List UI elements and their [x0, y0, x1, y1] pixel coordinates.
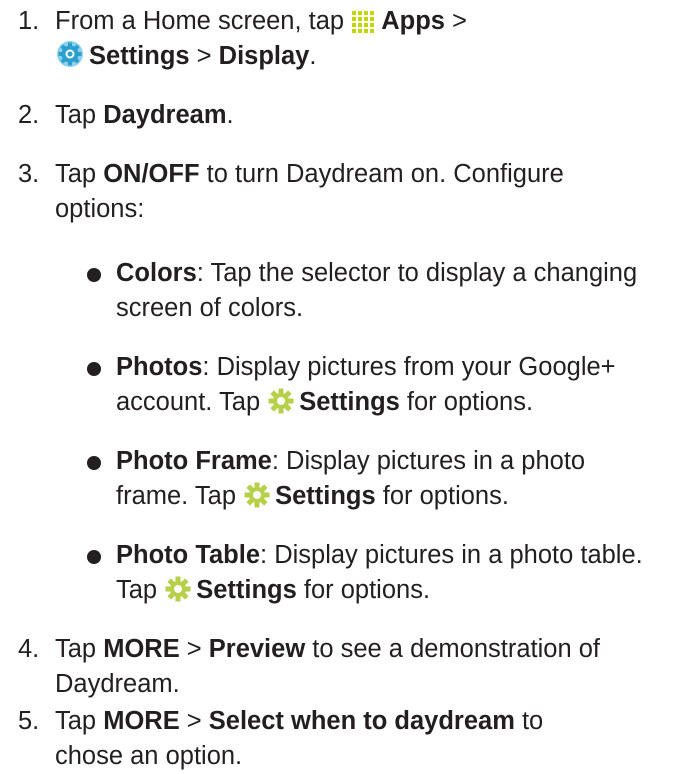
option-colors: Colors: Tap the selector to display a ch… [116, 259, 638, 322]
bullet [87, 550, 101, 564]
step-number: 2. [18, 101, 40, 129]
settings-label: Settings [196, 576, 297, 604]
bullet [87, 456, 101, 470]
settings-label: Settings [89, 42, 190, 70]
option-term: Photo Table [116, 541, 261, 569]
on-off-label: ON/OFF [103, 160, 200, 188]
settings-label: Settings [299, 388, 400, 416]
step-2: Tap Daydream. [55, 101, 234, 129]
instruction-page: 1. From a Home screen, tap Apps > Settin… [0, 0, 698, 770]
more-label: MORE [103, 635, 180, 663]
bullet [87, 362, 101, 376]
option-term: Photo Frame [116, 447, 272, 475]
option-photo-table: Photo Table: Display pictures in a photo… [116, 541, 643, 604]
gear-icon [244, 482, 270, 508]
step-3: Tap ON/OFF to turn Daydream on. Configur… [55, 160, 564, 223]
step-number: 5. [18, 707, 40, 735]
preview-label: Preview [208, 635, 306, 663]
option-photos: Photos: Display pictures from your Googl… [116, 353, 616, 416]
option-photo-frame: Photo Frame: Display pictures in a photo… [116, 447, 586, 510]
step-number: 4. [18, 635, 40, 663]
display-label: Display [218, 42, 310, 70]
gear-icon [165, 576, 191, 602]
step-number: 3. [18, 160, 40, 188]
option-term: Colors [116, 259, 197, 287]
apps-label: Apps [381, 7, 445, 35]
settings-label: Settings [275, 482, 376, 510]
option-term: Photos [116, 353, 203, 381]
step-5: Tap MORE > Select when to daydream to ch… [55, 707, 544, 770]
step-number: 1. [18, 7, 40, 35]
select-when-label: Select when to daydream [208, 707, 515, 735]
apps-grid-icon [352, 11, 375, 33]
daydream-label: Daydream [103, 101, 227, 129]
bullet [87, 268, 101, 282]
step-4: Tap MORE > Preview to see a demonstratio… [55, 635, 601, 698]
more-label: MORE [103, 707, 180, 735]
step-1: From a Home screen, tap Apps > Settings … [55, 7, 467, 70]
gear-icon [268, 388, 294, 414]
settings-app-icon [57, 41, 83, 67]
